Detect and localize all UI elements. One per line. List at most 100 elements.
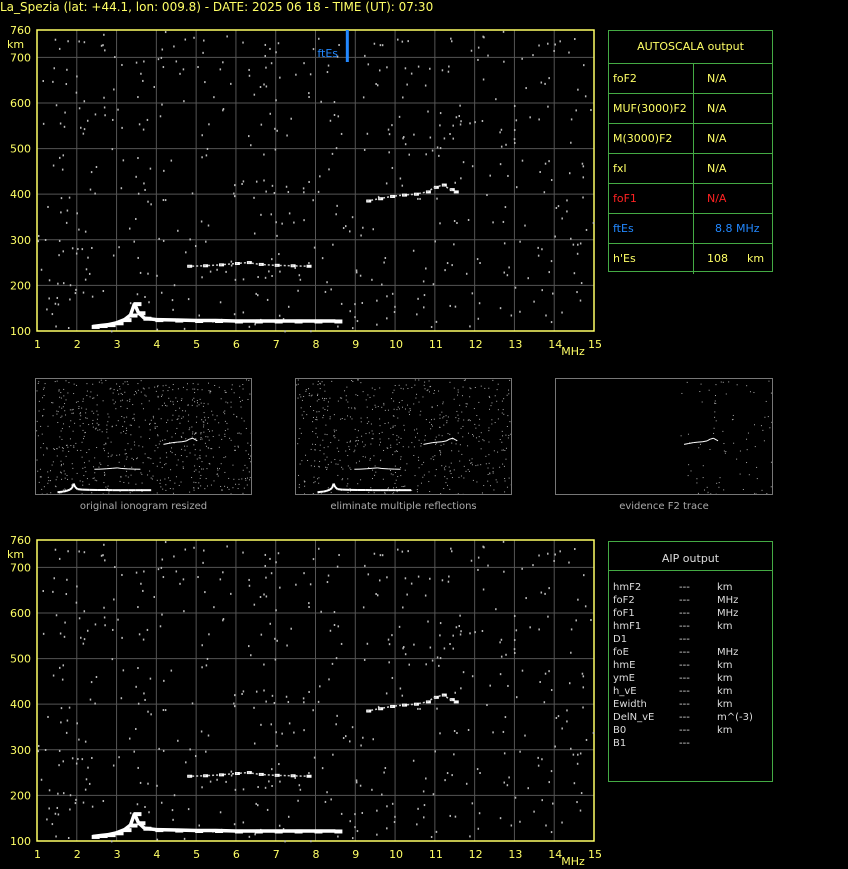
thumb-noise-dot bbox=[365, 399, 367, 401]
thumb-noise-dot bbox=[210, 484, 212, 486]
thumb-noise-dot bbox=[364, 456, 366, 458]
noise-dot bbox=[566, 709, 568, 712]
noise-dot bbox=[417, 297, 419, 300]
thumb-noise-dot bbox=[232, 487, 234, 489]
thumb-noise-dot bbox=[191, 404, 193, 406]
thumb-noise-dot bbox=[488, 441, 490, 443]
noise-dot bbox=[162, 749, 165, 752]
noise-dot bbox=[173, 45, 175, 48]
thumb-noise-dot bbox=[419, 414, 421, 416]
thumb-noise-dot bbox=[714, 402, 716, 404]
noise-dot bbox=[179, 582, 181, 585]
y-tick-label: 600 bbox=[10, 97, 31, 110]
noise-dot bbox=[230, 260, 233, 263]
thumb-noise-dot bbox=[482, 439, 484, 441]
noise-dot bbox=[533, 810, 535, 813]
aip-unit: km bbox=[717, 660, 733, 671]
thumb-noise-dot bbox=[501, 430, 503, 432]
noise-dot bbox=[363, 148, 366, 151]
thumb-noise-dot bbox=[360, 382, 362, 384]
thumb-noise-dot bbox=[123, 430, 125, 432]
thumb-noise-dot bbox=[157, 385, 159, 387]
thumb-noise-dot bbox=[746, 385, 748, 387]
thumb-noise-dot bbox=[172, 492, 174, 494]
thumb-noise-dot bbox=[56, 410, 58, 412]
thumb-noise-dot bbox=[110, 441, 112, 443]
x-tick-label: 15 bbox=[588, 338, 602, 351]
thumb-noise-dot bbox=[220, 398, 222, 400]
y-tick-label: 500 bbox=[10, 143, 31, 156]
thumb-noise-dot bbox=[149, 470, 151, 472]
noise-dot bbox=[71, 247, 74, 250]
thumb-noise-dot bbox=[200, 485, 202, 487]
thumb-noise-dot bbox=[71, 478, 73, 480]
noise-dot bbox=[303, 572, 305, 575]
noise-dot bbox=[200, 730, 203, 733]
aip-unit: km bbox=[717, 673, 733, 684]
thumb-noise-dot bbox=[202, 468, 204, 470]
noise-dot bbox=[279, 780, 281, 783]
noise-dot bbox=[533, 300, 535, 303]
noise-dot bbox=[514, 651, 516, 654]
thumb-noise-dot bbox=[317, 380, 319, 382]
thumb-noise-dot bbox=[322, 439, 324, 441]
noise-dot bbox=[572, 753, 575, 756]
noise-dot bbox=[46, 308, 48, 311]
thumb-noise-dot bbox=[92, 426, 94, 428]
noise-dot bbox=[265, 700, 267, 703]
noise-dot bbox=[319, 175, 321, 178]
thumb-noise-dot bbox=[247, 442, 249, 444]
noise-dot bbox=[254, 323, 256, 326]
thumb-noise-dot bbox=[317, 478, 319, 480]
noise-dot bbox=[393, 311, 396, 314]
thumb-noise-dot bbox=[404, 429, 406, 431]
thumb-noise-dot bbox=[165, 484, 167, 486]
thumb-noise-dot bbox=[120, 475, 122, 477]
thumb-noise-dot bbox=[120, 432, 122, 434]
thumb-noise-dot bbox=[174, 433, 176, 435]
thumb-noise-dot bbox=[201, 468, 203, 470]
thumb-noise-dot bbox=[347, 491, 349, 493]
thumb-noise-dot bbox=[330, 442, 332, 444]
thumb-noise-dot bbox=[400, 456, 402, 458]
noise-dot bbox=[585, 228, 588, 231]
noise-dot bbox=[44, 238, 47, 241]
thumb-noise-dot bbox=[492, 467, 494, 469]
noise-dot bbox=[85, 778, 88, 781]
noise-dot bbox=[198, 314, 201, 317]
noise-dot bbox=[273, 192, 276, 195]
thumb-noise-dot bbox=[497, 383, 499, 385]
thumb-noise-dot bbox=[716, 482, 718, 484]
thumb-noise-dot bbox=[237, 445, 239, 447]
y-tick-label: 760 bbox=[10, 534, 31, 547]
noise-dot bbox=[525, 597, 527, 600]
thumb-noise-dot bbox=[76, 384, 78, 386]
noise-dot bbox=[554, 235, 556, 238]
thumb-noise-dot bbox=[63, 470, 65, 472]
noise-dot bbox=[361, 301, 364, 304]
noise-dot bbox=[404, 143, 407, 146]
thumb-noise-dot bbox=[237, 488, 239, 490]
thumb-noise-dot bbox=[480, 448, 482, 450]
thumb-noise-dot bbox=[348, 407, 350, 409]
thumb-noise-dot bbox=[150, 477, 152, 479]
thumb-noise-dot bbox=[505, 434, 507, 436]
thumb-noise-dot bbox=[242, 388, 244, 390]
thumb-noise-dot bbox=[396, 409, 398, 411]
thumb-noise-dot bbox=[501, 412, 503, 414]
noise-dot bbox=[592, 221, 595, 224]
noise-dot bbox=[568, 51, 570, 54]
thumb-noise-dot bbox=[502, 449, 504, 451]
thumb-noise-dot bbox=[131, 457, 133, 459]
thumb-noise-dot bbox=[245, 427, 247, 429]
thumb-noise-dot bbox=[178, 415, 180, 417]
thumb-noise-dot bbox=[129, 400, 131, 402]
thumb-noise-dot bbox=[747, 432, 749, 434]
autoscala-value: 108 bbox=[707, 252, 728, 265]
noise-dot bbox=[582, 675, 585, 678]
thumb-noise-dot bbox=[430, 385, 432, 387]
thumb-noise-dot bbox=[329, 416, 331, 418]
noise-dot bbox=[94, 113, 97, 116]
noise-dot bbox=[404, 577, 407, 580]
thumb-noise-dot bbox=[341, 466, 343, 468]
